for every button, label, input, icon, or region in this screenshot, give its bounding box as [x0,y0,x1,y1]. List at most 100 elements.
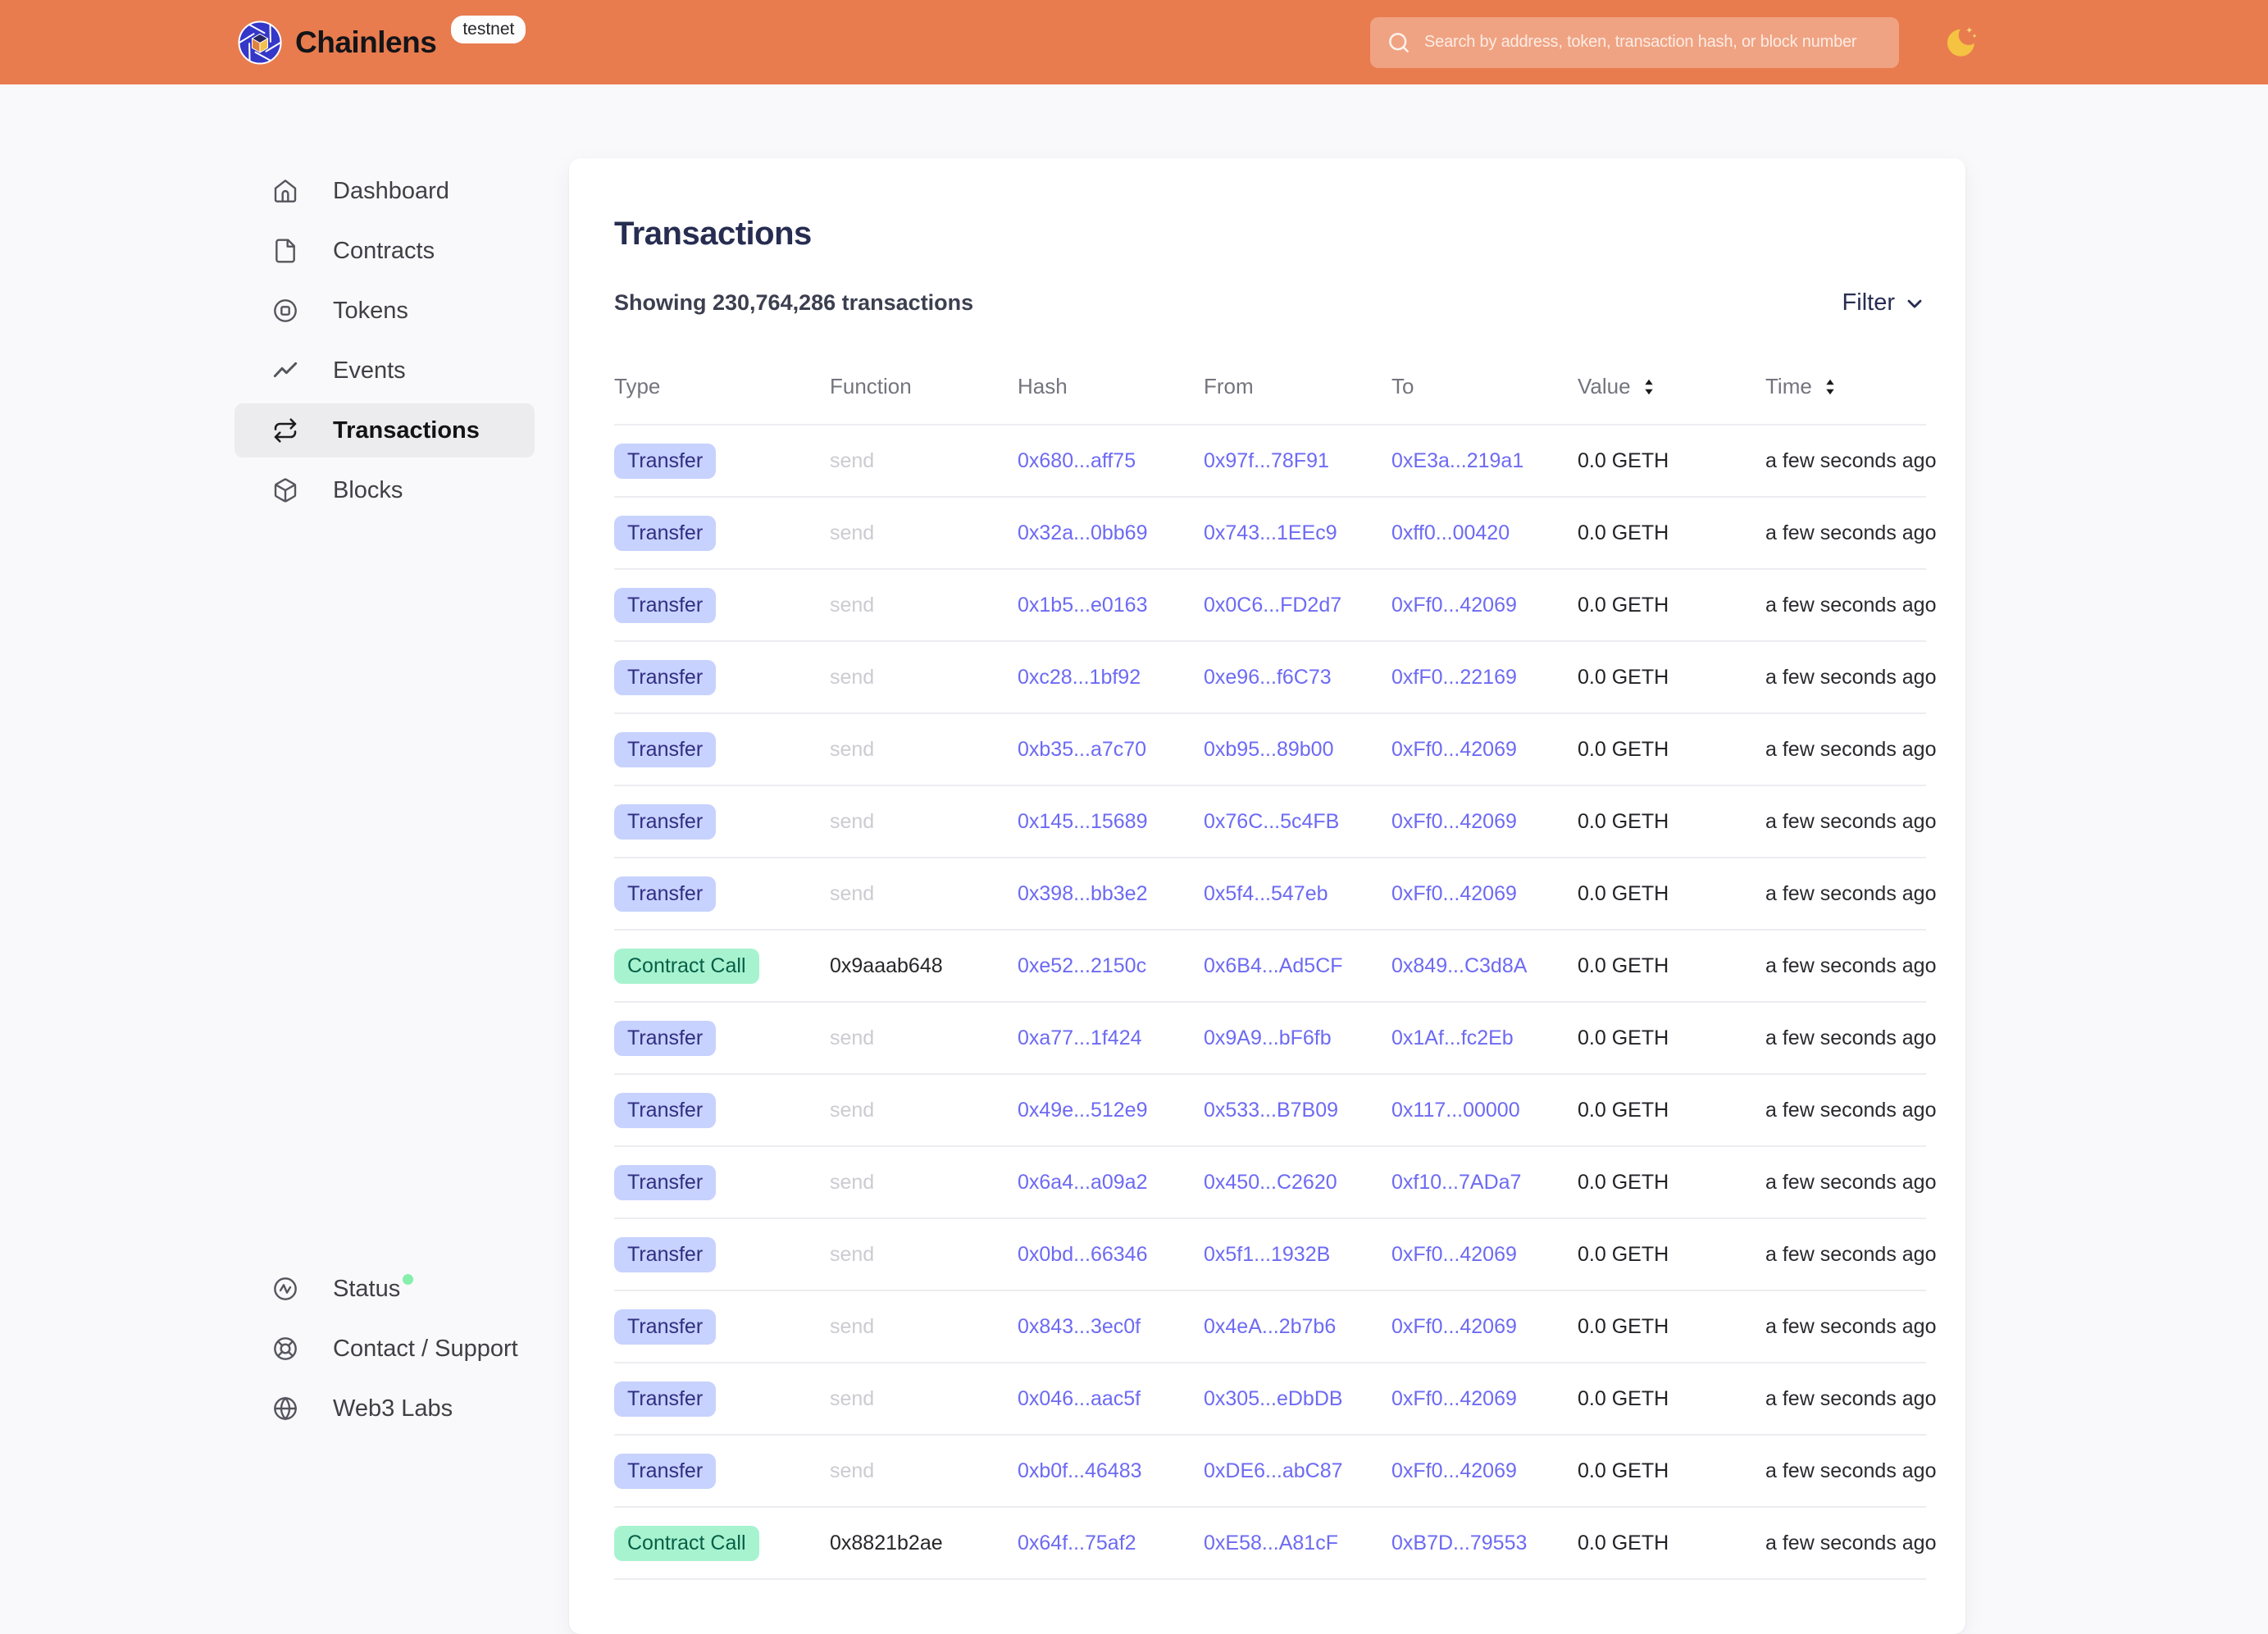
status-online-dot [403,1274,413,1285]
tx-value: 0.0 GETH [1578,1363,1765,1435]
tx-hash-link[interactable]: 0x0bd...66346 [1018,1243,1147,1266]
sidebar-item-events[interactable]: Events [235,344,535,398]
tx-from-link[interactable]: 0x76C...5c4FB [1204,810,1339,833]
table-row: Transfer send 0x6a4...a09a2 0x450...C262… [614,1146,1926,1218]
tx-function: send [830,1146,1018,1218]
tx-hash-link[interactable]: 0x6a4...a09a2 [1018,1171,1147,1194]
tx-hash-link[interactable]: 0x64f...75af2 [1018,1532,1136,1554]
table-row: Transfer send 0xa77...1f424 0x9A9...bF6f… [614,1002,1926,1074]
tx-hash-link[interactable]: 0x32a...0bb69 [1018,521,1147,544]
tx-type-badge: Transfer [614,1454,716,1489]
tx-type-badge: Transfer [614,444,716,479]
tx-to-link[interactable]: 0xFf0...42069 [1391,738,1517,761]
tx-to-link[interactable]: 0xFf0...42069 [1391,1459,1517,1482]
tx-type-badge: Transfer [614,1021,716,1056]
theme-toggle-button[interactable] [1942,24,1979,61]
tx-hash-link[interactable]: 0x398...bb3e2 [1018,882,1147,905]
tx-to-link[interactable]: 0xfF0...22169 [1391,666,1517,689]
table-row: Contract Call 0x8821b2ae 0x64f...75af2 0… [614,1507,1926,1579]
tx-from-link[interactable]: 0x4eA...2b7b6 [1204,1315,1336,1338]
tx-value: 0.0 GETH [1578,425,1765,497]
tx-type-badge: Transfer [614,804,716,840]
tx-type-badge: Transfer [614,1237,716,1272]
filter-button[interactable]: Filter [1842,289,1926,316]
tx-hash-link[interactable]: 0x1b5...e0163 [1018,594,1147,617]
tx-from-link[interactable]: 0x6B4...Ad5CF [1204,954,1343,977]
sidebar-item-status[interactable]: Status [235,1262,535,1316]
brand[interactable]: Chainlens testnet [238,20,526,65]
tx-from-link[interactable]: 0x5f4...547eb [1204,882,1328,905]
tx-from-link[interactable]: 0xDE6...abC87 [1204,1459,1343,1482]
tx-to-link[interactable]: 0xFf0...42069 [1391,1387,1517,1410]
tx-hash-link[interactable]: 0x145...15689 [1018,810,1147,833]
tx-from-link[interactable]: 0x0C6...FD2d7 [1204,594,1341,617]
tx-function: send [830,1363,1018,1435]
table-row: Transfer send 0x145...15689 0x76C...5c4F… [614,785,1926,858]
tx-time: a few seconds ago [1765,1074,1926,1146]
sidebar-item-label: Contracts [333,238,435,265]
column-header-value[interactable]: Value [1578,339,1765,425]
tx-type-badge: Transfer [614,660,716,695]
search-input[interactable] [1423,32,1883,52]
tx-hash-link[interactable]: 0xe52...2150c [1018,954,1146,977]
tx-to-link[interactable]: 0xFf0...42069 [1391,594,1517,617]
sidebar-item-transactions[interactable]: Transactions [235,403,535,457]
tx-to-link[interactable]: 0xE3a...219a1 [1391,449,1523,472]
tx-hash-link[interactable]: 0xc28...1bf92 [1018,666,1141,689]
sidebar-item-contracts[interactable]: Contracts [235,224,535,278]
table-row: Transfer send 0x1b5...e0163 0x0C6...FD2d… [614,569,1926,641]
tx-value: 0.0 GETH [1578,641,1765,713]
tx-from-link[interactable]: 0xe96...f6C73 [1204,666,1332,689]
tx-hash-link[interactable]: 0xb0f...46483 [1018,1459,1142,1482]
tx-to-link[interactable]: 0xB7D...79553 [1391,1532,1527,1554]
sidebar-item-dashboard[interactable]: Dashboard [235,164,535,218]
transactions-table-body: Transfer send 0x680...aff75 0x97f...78F9… [614,425,1926,1579]
tx-hash-link[interactable]: 0x843...3ec0f [1018,1315,1141,1338]
tx-from-link[interactable]: 0x9A9...bF6fb [1204,1026,1332,1049]
sort-icon[interactable] [1819,376,1841,398]
sidebar-item-label: Blocks [333,477,403,504]
tx-type-badge: Transfer [614,588,716,623]
tx-to-link[interactable]: 0xFf0...42069 [1391,1315,1517,1338]
tx-to-link[interactable]: 0x1Af...fc2Eb [1391,1026,1514,1049]
sidebar-item-blocks[interactable]: Blocks [235,463,535,517]
tx-from-link[interactable]: 0x97f...78F91 [1204,449,1329,472]
tx-type-badge: Transfer [614,1381,716,1417]
tx-hash-link[interactable]: 0x49e...512e9 [1018,1099,1147,1122]
tx-function: send [830,785,1018,858]
tx-to-link[interactable]: 0x117...00000 [1391,1099,1520,1122]
tx-hash-link[interactable]: 0x680...aff75 [1018,449,1136,472]
sidebar-item-contact-support[interactable]: Contact / Support [235,1322,535,1376]
sidebar-item-web3-labs[interactable]: Web3 Labs [235,1381,535,1436]
tx-function: send [830,569,1018,641]
tx-from-link[interactable]: 0x305...eDbDB [1204,1387,1343,1410]
chevron-down-icon [1903,292,1926,315]
tx-from-link[interactable]: 0x743...1EEc9 [1204,521,1337,544]
table-row: Contract Call 0x9aaab648 0xe52...2150c 0… [614,930,1926,1002]
column-header-time[interactable]: Time [1765,339,1926,425]
sidebar-item-label: Events [333,357,406,385]
tx-from-link[interactable]: 0xb95...89b00 [1204,738,1333,761]
tx-hash-link[interactable]: 0xb35...a7c70 [1018,738,1146,761]
tx-time: a few seconds ago [1765,1146,1926,1218]
tx-to-link[interactable]: 0x849...C3d8A [1391,954,1527,977]
tx-to-link[interactable]: 0xff0...00420 [1391,521,1510,544]
tx-from-link[interactable]: 0x450...C2620 [1204,1171,1337,1194]
table-row: Transfer send 0x680...aff75 0x97f...78F9… [614,425,1926,497]
tx-time: a few seconds ago [1765,1218,1926,1290]
search-bar[interactable] [1370,17,1899,68]
tx-to-link[interactable]: 0xFf0...42069 [1391,1243,1517,1266]
tx-from-link[interactable]: 0x5f1...1932B [1204,1243,1330,1266]
sidebar-item-label: Status [333,1276,413,1303]
tx-to-link[interactable]: 0xFf0...42069 [1391,810,1517,833]
tx-function: send [830,425,1018,497]
tx-from-link[interactable]: 0x533...B7B09 [1204,1099,1338,1122]
sort-icon[interactable] [1638,376,1660,398]
tx-to-link[interactable]: 0xf10...7ADa7 [1391,1171,1521,1194]
sidebar-item-tokens[interactable]: Tokens [235,284,535,338]
tx-hash-link[interactable]: 0x046...aac5f [1018,1387,1141,1410]
tx-to-link[interactable]: 0xFf0...42069 [1391,882,1517,905]
tx-from-link[interactable]: 0xE58...A81cF [1204,1532,1338,1554]
tx-hash-link[interactable]: 0xa77...1f424 [1018,1026,1142,1049]
tx-type-badge: Transfer [614,732,716,767]
